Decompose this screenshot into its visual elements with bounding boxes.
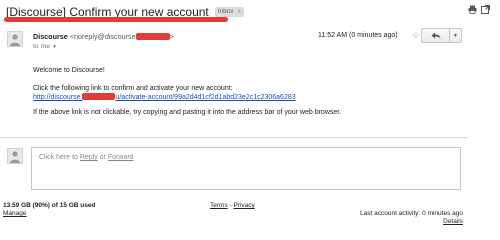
storage-usage: 13.59 GB (90%) of 15 GB used <box>3 202 96 209</box>
reply-box-prefix: Click here to <box>39 154 80 161</box>
body-instruction: Click the following link to confirm and … <box>33 85 233 92</box>
message-time: 11:52 AM (0 minutes ago) <box>318 32 398 39</box>
sender-email-prefix: <noreply@discourse <box>69 32 136 41</box>
remove-label-icon[interactable]: x <box>238 8 241 15</box>
chevron-down-icon[interactable]: ▼ <box>52 44 57 50</box>
sender-email-suffix: > <box>169 32 174 41</box>
redaction-mark <box>135 33 170 40</box>
inbox-label-text: Inbox <box>217 8 234 15</box>
divider <box>0 137 468 138</box>
activation-link-prefix[interactable]: http://discourse. <box>33 94 82 101</box>
redaction-mark <box>82 93 116 100</box>
recipient-line[interactable]: to me ▼ <box>33 43 57 50</box>
reply-box[interactable]: Click here to Reply or Forward <box>31 147 461 190</box>
redaction-mark <box>4 17 228 22</box>
user-avatar <box>7 148 23 164</box>
star-icon[interactable]: ☆ <box>412 30 420 41</box>
sender-name[interactable]: Discourse <box>33 32 68 41</box>
body-greeting: Welcome to Discourse! <box>33 67 105 74</box>
reply-link[interactable]: Reply <box>80 154 98 161</box>
print-icon[interactable] <box>468 5 477 14</box>
activation-link-suffix[interactable]: u/activate-account/99a2d4d1cf2d1abd23e2c… <box>115 94 295 101</box>
activation-link[interactable]: http://discourse. u/activate-account/99a2… <box>33 93 296 101</box>
top-right-icons <box>468 5 490 14</box>
manage-link[interactable]: Manage <box>3 210 27 217</box>
forward-link[interactable]: Forward <box>108 154 134 161</box>
sender-avatar <box>7 31 23 47</box>
terms-link[interactable]: Terms <box>210 202 228 209</box>
reply-button[interactable] <box>421 28 450 43</box>
more-options-button[interactable]: ▼ <box>449 28 462 43</box>
inbox-label[interactable]: Inbox x <box>214 6 244 17</box>
footer-links: Terms - Privacy <box>210 202 255 209</box>
sender-email: <noreply@discourse > <box>70 32 174 41</box>
last-activity: Last account activity: 0 minutes ago <box>360 210 463 217</box>
reply-icon <box>431 32 440 39</box>
chevron-down-icon: ▼ <box>453 32 458 39</box>
new-window-icon[interactable] <box>481 5 490 14</box>
privacy-link[interactable]: Privacy <box>233 202 254 209</box>
from-line: Discourse <noreply@discourse > <box>33 32 174 41</box>
recipient-text: to me <box>33 43 50 50</box>
reply-box-or: or <box>97 154 108 161</box>
details-link[interactable]: Details <box>443 218 463 225</box>
body-fallback: If the above link is not clickable, try … <box>33 109 342 116</box>
